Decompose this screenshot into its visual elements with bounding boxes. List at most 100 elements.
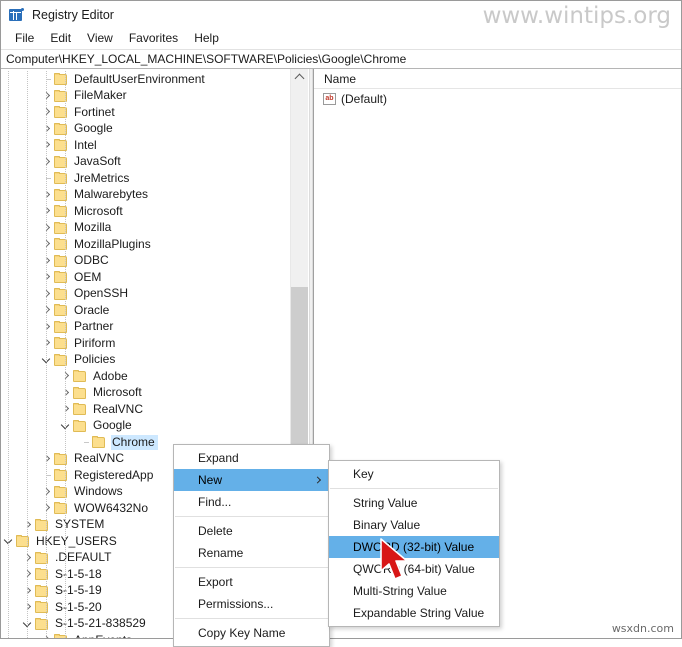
menu-item-new[interactable]: New — [174, 469, 329, 491]
menu-item-binary-value[interactable]: Binary Value — [329, 514, 499, 536]
list-item[interactable]: ab (Default) — [314, 89, 681, 108]
tree-node-google[interactable]: Google — [1, 121, 291, 138]
tree-node-jremetrics[interactable]: JreMetrics — [1, 170, 291, 187]
address-bar[interactable]: Computer\HKEY_LOCAL_MACHINE\SOFTWARE\Pol… — [1, 49, 681, 69]
tree-node-label: Intel — [74, 137, 97, 152]
tree-node-google[interactable]: Google — [1, 418, 291, 435]
tree-node-adobe[interactable]: Adobe — [1, 368, 291, 385]
tree-node-policies[interactable]: Policies — [1, 352, 291, 369]
tree-guide-line — [65, 71, 66, 638]
list-column-header[interactable]: Name — [314, 69, 681, 89]
tree-node-label: Windows — [74, 484, 123, 499]
folder-icon — [73, 403, 87, 416]
tree-node-label: RealVNC — [93, 401, 144, 416]
tree-node-malwarebytes[interactable]: Malwarebytes — [1, 187, 291, 204]
tree-node-label: RegisteredApp — [74, 467, 154, 482]
menu-item-expand[interactable]: Expand — [174, 447, 329, 469]
tree-node-mozilla[interactable]: Mozilla — [1, 220, 291, 237]
menu-item-find[interactable]: Find... — [174, 491, 329, 513]
menu-favorites[interactable]: Favorites — [122, 29, 187, 48]
menu-item-permissions[interactable]: Permissions... — [174, 593, 329, 615]
tree-node-label: Partner — [74, 319, 114, 334]
string-value-icon: ab — [323, 92, 336, 105]
tree-node-label: Chrome — [111, 434, 158, 450]
menu-item-label: Expand — [198, 451, 239, 465]
tree-node-label: S-1-5-20 — [55, 599, 102, 614]
tree-node-odbc[interactable]: ODBC — [1, 253, 291, 270]
tree-guide-line — [8, 71, 9, 638]
tree-node-filemaker[interactable]: FileMaker — [1, 88, 291, 105]
tree-node-label: .DEFAULT — [55, 550, 112, 565]
menu-item-label: String Value — [353, 496, 418, 510]
registry-editor-icon — [9, 7, 24, 22]
folder-icon — [73, 370, 87, 383]
tree-line-icon — [77, 434, 92, 450]
tree-guide-line — [46, 71, 47, 638]
menu-item-rename[interactable]: Rename — [174, 542, 329, 564]
menu-item-label: Delete — [198, 524, 233, 538]
menu-item-label: Expandable String Value — [353, 606, 485, 620]
tree-node-label: Adobe — [93, 368, 128, 383]
folder-icon — [73, 419, 87, 432]
tree-node-openssh[interactable]: OpenSSH — [1, 286, 291, 303]
window-title: Registry Editor — [32, 7, 114, 22]
menu-item-label: QWORD (64-bit) Value — [353, 562, 475, 576]
menu-edit[interactable]: Edit — [43, 29, 80, 48]
menu-separator — [175, 567, 328, 568]
menu-item-export[interactable]: Export — [174, 571, 329, 593]
value-name: (Default) — [341, 91, 388, 106]
tree-node-label: Oracle — [74, 302, 110, 317]
menu-item-key[interactable]: Key — [329, 463, 499, 485]
tree-node-label: Microsoft — [93, 385, 142, 400]
menu-item-label: Find... — [198, 495, 232, 509]
menu-item-qword-64-bit-value[interactable]: QWORD (64-bit) Value — [329, 558, 499, 580]
tree-node-label: OpenSSH — [74, 286, 129, 301]
menu-item-string-value[interactable]: String Value — [329, 492, 499, 514]
tree-node-oem[interactable]: OEM — [1, 269, 291, 286]
menu-item-label: Key — [353, 467, 374, 481]
menu-item-multi-string-value[interactable]: Multi-String Value — [329, 580, 499, 602]
tree-node-fortinet[interactable]: Fortinet — [1, 104, 291, 121]
tree-node-realvnc[interactable]: RealVNC — [1, 401, 291, 418]
tree-node-microsoft[interactable]: Microsoft — [1, 203, 291, 220]
tree-node-label: JavaSoft — [74, 154, 121, 169]
chevron-right-icon — [313, 476, 322, 484]
menu-file[interactable]: File — [8, 29, 43, 48]
scroll-thumb[interactable] — [291, 287, 308, 467]
tree-node-label: OEM — [74, 269, 102, 284]
menu-view[interactable]: View — [80, 29, 122, 48]
tree-node-piriform[interactable]: Piriform — [1, 335, 291, 352]
menu-item-expandable-string-value[interactable]: Expandable String Value — [329, 602, 499, 624]
menu-item-delete[interactable]: Delete — [174, 520, 329, 542]
menu-help[interactable]: Help — [187, 29, 228, 48]
menu-bar: File Edit View Favorites Help — [1, 28, 681, 49]
menu-item-label: Permissions... — [198, 597, 274, 611]
tree-node-label: Fortinet — [74, 104, 115, 119]
context-menu[interactable]: Expand New Find... Delete Rename Export Permis… — [173, 444, 330, 647]
menu-item-copy-key-name[interactable]: Copy Key Name — [174, 622, 329, 644]
tree-node-label: RealVNC — [74, 451, 125, 466]
tree-node-label: Policies — [74, 352, 116, 367]
tree-node-label: FileMaker — [74, 88, 127, 103]
watermark-top: www.wintips.org — [482, 3, 671, 29]
menu-item-label: Rename — [198, 546, 244, 560]
tree-node-label: S-1-5-19 — [55, 583, 102, 598]
folder-icon — [92, 436, 106, 449]
tree-node-mozillaplugins[interactable]: MozillaPlugins — [1, 236, 291, 253]
menu-item-label: DWORD (32-bit) Value — [353, 540, 475, 554]
tree-node-intel[interactable]: Intel — [1, 137, 291, 154]
tree-node-defaultuserenvironment[interactable]: DefaultUserEnvironment — [1, 71, 291, 88]
tree-node-javasoft[interactable]: JavaSoft — [1, 154, 291, 171]
tree-node-oracle[interactable]: Oracle — [1, 302, 291, 319]
tree-node-label: Piriform — [74, 335, 116, 350]
title-bar: Registry Editor www.wintips.org — [1, 1, 681, 29]
tree-node-partner[interactable]: Partner — [1, 319, 291, 336]
tree-node-label: JreMetrics — [74, 170, 130, 185]
menu-item-dword-32-bit-value[interactable]: DWORD (32-bit) Value — [329, 536, 499, 558]
tree-node-microsoft[interactable]: Microsoft — [1, 385, 291, 402]
new-submenu[interactable]: Key String Value Binary Value DWORD (32-bit… — [328, 460, 500, 627]
tree-node-label: WOW6432No — [74, 500, 149, 515]
menu-separator — [175, 618, 328, 619]
tree-node-label: S-1-5-18 — [55, 566, 102, 581]
scroll-up-arrow[interactable] — [291, 69, 308, 86]
